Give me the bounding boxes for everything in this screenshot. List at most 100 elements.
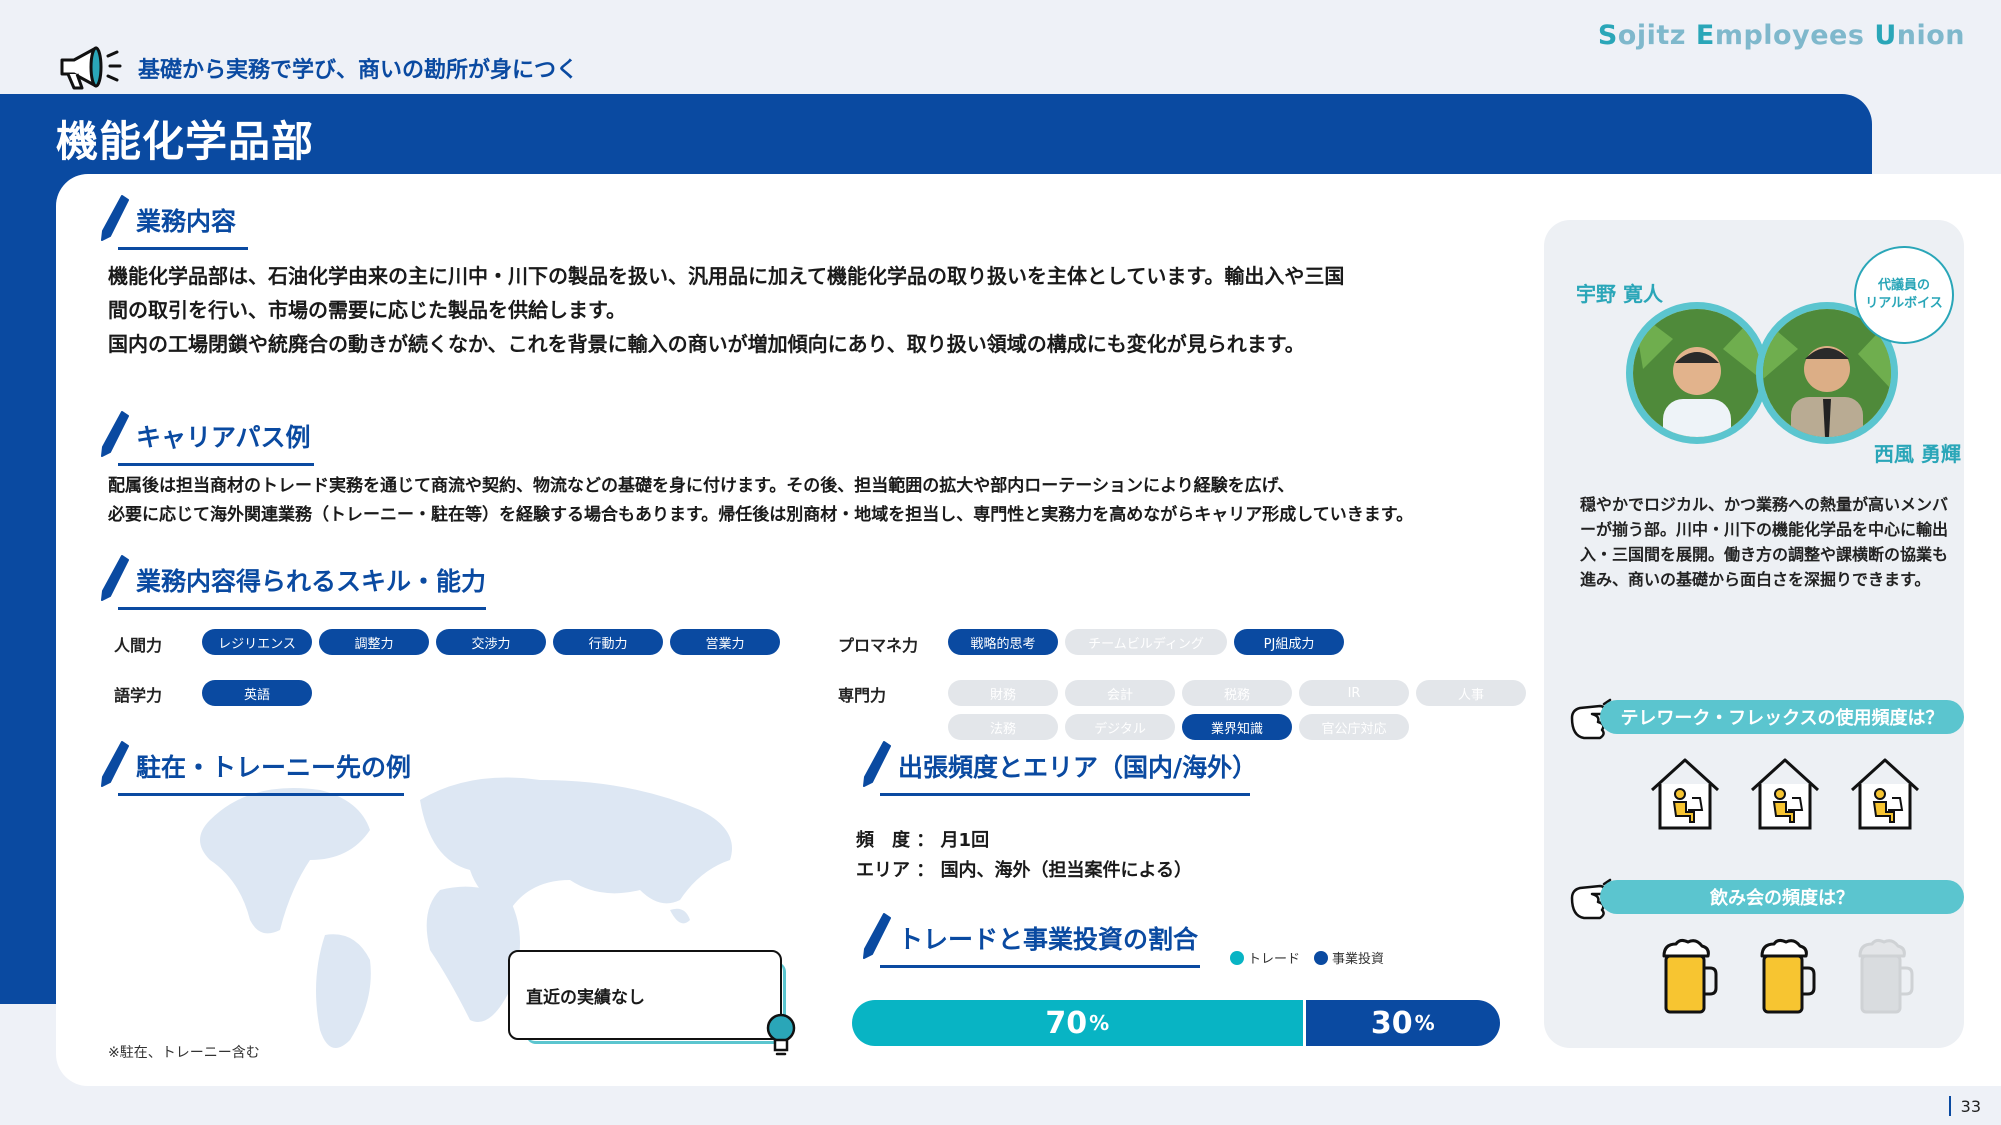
section-career-title: キャリアパス例 [136, 423, 311, 452]
skill-row-label-language: 語学力 [114, 686, 163, 705]
megaphone-icon [60, 46, 122, 90]
section-ratio-heading: トレードと事業投資の割合 [862, 912, 1200, 968]
skill-pill: 税務 [1182, 680, 1292, 706]
lightbulb-icon [766, 1013, 796, 1056]
section-overseas-heading: 駐在・トレーニー先の例 [100, 740, 412, 796]
department-title: 機能化学品部 [56, 117, 315, 166]
pencil-icon [863, 741, 891, 787]
section-career-heading: キャリアパス例 [100, 410, 314, 466]
section-business-heading: 業務内容 [100, 194, 248, 250]
brand-logo: Sojitz Employees Union [1597, 20, 1965, 51]
panel-description: 穏やかでロジカル、かつ業務への熱量が高いメンバーが揃う部。川中・川下の機能化学品… [1580, 495, 1949, 589]
skill-pill: デジタル [1065, 714, 1175, 740]
ratio-unit-label: % [1414, 1011, 1435, 1035]
legend-invest-label: 事業投資 [1332, 952, 1385, 967]
person-name-2: 西風 勇輝 [1874, 442, 1961, 466]
real-voice-bubble: 代議員のリアルボイス [1854, 246, 1954, 344]
pencil-icon [101, 195, 129, 241]
skill-pill: IR [1299, 680, 1409, 706]
section-business-title: 業務内容 [136, 207, 237, 236]
question-drinking: 飲み会の頻度は？ [1600, 880, 1964, 914]
ratio-unit-label: % [1089, 1011, 1110, 1035]
beer-mug-icon [1758, 938, 1818, 1020]
beer-mug-icon [1660, 938, 1720, 1020]
business-line: 国内の工場閉鎖や統廃合の動きが続くなか、これを背景に輸入の商いが増加傾向にあり、… [108, 332, 1305, 356]
business-description: 機能化学品部は、石油化学由来の主に川中・川下の製品を扱い、汎用品に加えて機能化学… [108, 259, 1508, 361]
section-underline [118, 463, 314, 466]
bubble-line: 代議員の [1877, 278, 1930, 293]
ratio-value-label: 30 [1370, 1005, 1413, 1041]
section-underline [880, 793, 1250, 796]
skill-pill: 行動力 [553, 629, 663, 655]
ratio-segment-trade: 70% [852, 1000, 1306, 1046]
section-skills-title: 業務内容得られるスキル・能力 [136, 567, 487, 596]
travel-frequency-value: 月1回 [940, 830, 990, 851]
travel-area-label: エリア ： [856, 860, 935, 881]
ratio-legend: トレード 事業投資 [1230, 948, 1384, 967]
overseas-note: 直近の実績なし [508, 950, 782, 1040]
career-line: 必要に応じて海外関連業務（トレーニー・駐在等）を経験する場合もあります。帰任後は… [108, 505, 1414, 525]
travel-frequency-row: 頻 度 ： 月1回 [856, 826, 1192, 856]
skill-pill: 法務 [948, 714, 1058, 740]
section-travel-title: 出張頻度とエリア（国内/海外） [898, 753, 1258, 782]
page-number-divider [1948, 1096, 1951, 1116]
section-underline [118, 247, 248, 250]
section-underline [118, 607, 486, 610]
career-description: 配属後は担当商材のトレード実務を通じて商流や契約、物流などの基礎を身に付けます。… [108, 472, 1528, 530]
travel-area-row: エリア ： 国内、海外（担当案件による） [856, 856, 1192, 886]
travel-frequency-label: 頻 度 ： [856, 830, 935, 851]
question-telework: テレワーク・フレックスの使用頻度は？ [1600, 700, 1964, 734]
travel-details: 頻 度 ： 月1回 エリア ： 国内、海外（担当案件による） [856, 826, 1192, 886]
ratio-value-label: 70 [1045, 1005, 1088, 1041]
skill-row-label-human: 人間力 [114, 636, 163, 655]
skill-pill: 営業力 [670, 629, 780, 655]
pencil-icon [863, 913, 891, 959]
skill-pill: レジリエンス [202, 629, 312, 655]
section-underline [880, 965, 1200, 968]
skill-pill: 調整力 [319, 629, 429, 655]
avatar [1626, 302, 1768, 444]
business-line: 機能化学品部は、石油化学由来の主に川中・川下の製品を扱い、汎用品に加えて機能化学… [108, 264, 1345, 288]
section-underline [118, 793, 404, 796]
skill-row-label-expert: 専門力 [838, 686, 887, 705]
skill-pill: 人事 [1416, 680, 1526, 706]
legend-dot [1230, 951, 1244, 965]
skill-pill: 交渉力 [436, 629, 546, 655]
beer-mug-icon [1856, 938, 1916, 1020]
page-number-text: 33 [1960, 1096, 1981, 1116]
tagline-text: 基礎から実務で学び、商いの勘所が身につく [138, 58, 579, 83]
house-icon [1748, 756, 1822, 836]
legend-invest: 事業投資 [1314, 948, 1384, 967]
bubble-line: リアルボイス [1865, 296, 1943, 311]
career-line: 配属後は担当商材のトレード実務を通じて商流や契約、物流などの基礎を身に付けます。… [108, 476, 1295, 496]
overseas-footnote: ※駐在、トレーニー含む [108, 1045, 260, 1061]
section-ratio-title: トレードと事業投資の割合 [898, 925, 1199, 954]
ratio-segment-invest: 30% [1305, 1000, 1500, 1046]
skill-pill: PJ組成力 [1234, 629, 1344, 655]
section-skills-heading: 業務内容得られるスキル・能力 [100, 554, 487, 610]
skill-pill: チームビルディング [1065, 629, 1227, 655]
tagline: 基礎から実務で学び、商いの勘所が身につく [56, 44, 578, 92]
legend-trade-label: トレード [1248, 952, 1301, 967]
pencil-icon [101, 741, 129, 787]
page-number: 33 [1948, 1096, 1981, 1116]
skill-pill: 財務 [948, 680, 1058, 706]
business-line: 間の取引を行い、市場の需要に応じた製品を供給します。 [108, 298, 626, 322]
legend-dot [1314, 951, 1329, 965]
skill-pill: 業界知識 [1182, 714, 1292, 740]
skill-pill: 戦略的思考 [948, 629, 1058, 655]
skill-row-label-pm: プロマネ力 [838, 636, 919, 655]
house-icon [1848, 756, 1922, 836]
pencil-icon [101, 411, 129, 457]
section-travel-heading: 出張頻度とエリア（国内/海外） [862, 740, 1258, 796]
skill-pill: 会計 [1065, 680, 1175, 706]
ratio-bar: 70% 30% [852, 1000, 1500, 1046]
house-icon [1648, 756, 1722, 836]
pencil-icon [101, 555, 129, 601]
section-overseas-title: 駐在・トレーニー先の例 [136, 753, 412, 782]
skill-pill: 官公庁対応 [1299, 714, 1409, 740]
skill-pill: 英語 [202, 680, 312, 706]
travel-area-value: 国内、海外（担当案件による） [940, 860, 1193, 881]
person-name-1: 宇野 寛人 [1576, 282, 1663, 306]
legend-trade: トレード [1230, 948, 1300, 967]
